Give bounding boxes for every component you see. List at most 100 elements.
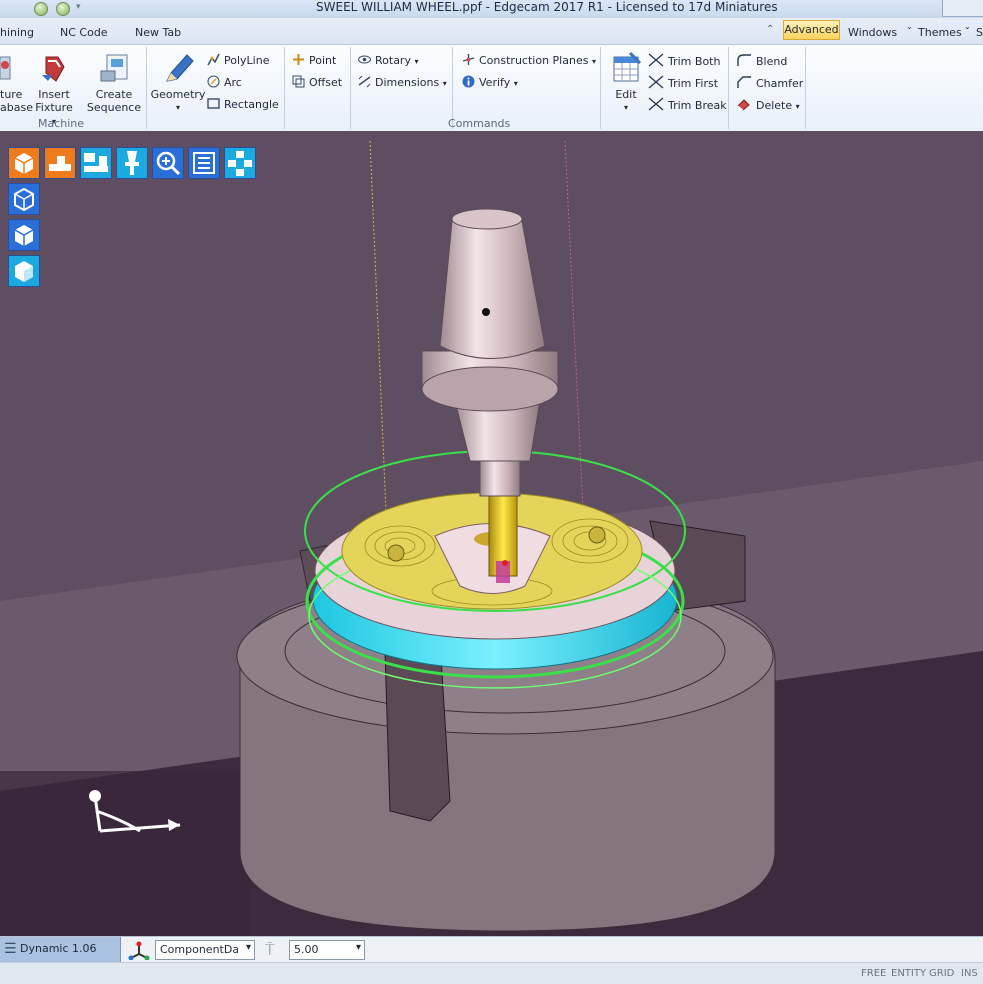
graphics-viewport[interactable]: [0, 131, 983, 936]
insert-fixture-icon: [42, 56, 65, 82]
status-flag-ins[interactable]: INS: [961, 968, 978, 979]
verify-button[interactable]: Verify ▾: [462, 75, 518, 89]
chevron-down-icon: ⌄: [906, 22, 913, 31]
datum-select[interactable]: ComponentDatu ▾: [155, 940, 255, 960]
geometry-label: Geometry: [150, 88, 206, 101]
value-select[interactable]: 5.00 ▾: [289, 940, 365, 960]
chamfer-label: Chamfer: [756, 77, 804, 90]
machine-layout-icon[interactable]: [80, 147, 112, 179]
trim-both-button[interactable]: Trim Both: [648, 53, 720, 68]
trim-first-icon: [648, 75, 664, 89]
edit-button[interactable]: Edit ▾: [606, 51, 646, 114]
status-flags-bar: FREE ENTITY GRID INS: [0, 962, 983, 984]
tab-themes[interactable]: Themes: [918, 26, 962, 39]
arc-button[interactable]: Arc: [207, 75, 242, 89]
ribbon-separator: [350, 47, 351, 129]
zoom-icon[interactable]: [152, 147, 184, 179]
chamfer-button[interactable]: Chamfer: [736, 75, 803, 90]
rotary-icon: [358, 55, 371, 64]
offset-label: Offset: [309, 76, 343, 89]
ribbon-separator: [805, 47, 806, 129]
trim-both-label: Trim Both: [668, 55, 721, 68]
mode-indicator[interactable]: ☰ Dynamic 1.06: [0, 937, 121, 962]
trim-both-icon: [648, 53, 664, 67]
offset-button[interactable]: Offset: [292, 75, 342, 89]
list-icon[interactable]: [188, 147, 220, 179]
view-iso-icon[interactable]: [8, 183, 40, 215]
grid-layout-icon[interactable]: [224, 147, 256, 179]
trim-first-label: Trim First: [668, 77, 719, 90]
rotary-button[interactable]: Rotary ▾: [358, 53, 418, 67]
verify-label: Verify: [479, 76, 511, 89]
ribbon-separator: [146, 47, 147, 129]
chevron-down-icon: ▾: [442, 79, 447, 88]
ribbon-separator: [728, 47, 729, 129]
polyline-button[interactable]: PolyLine: [207, 53, 269, 67]
construction-planes-button[interactable]: Construction Planes ▾: [462, 53, 596, 67]
tab-windows[interactable]: Windows: [848, 26, 897, 39]
status-flag-grid[interactable]: GRID: [929, 968, 954, 979]
ribbon-collapse-icon[interactable]: ⌃: [766, 24, 774, 35]
rotary-label: Rotary: [375, 54, 411, 67]
chevron-down-icon: ▾: [623, 103, 628, 112]
tab-nc-code[interactable]: NC Code: [60, 26, 108, 39]
blend-button[interactable]: Blend: [736, 53, 787, 68]
eraser-icon: [737, 99, 750, 111]
ribbon-separator: [284, 47, 285, 129]
arc-label: Arc: [224, 76, 242, 89]
edit-label: Edit: [615, 88, 637, 101]
dimensions-button[interactable]: Dimensions ▾: [358, 75, 447, 89]
create-sequence-label-line2: Sequence: [86, 101, 142, 114]
window-close-button[interactable]: [942, 0, 983, 17]
create-sequence-button[interactable]: Create Sequence: [86, 53, 142, 114]
construction-planes-icon: [462, 54, 475, 65]
pin-icon[interactable]: ⍑: [265, 940, 275, 960]
datum-axis-icon[interactable]: [128, 940, 150, 960]
chevron-down-icon: ▾: [245, 942, 251, 953]
status-flag-entity[interactable]: ENTITY: [891, 968, 926, 979]
tool-holder-icon[interactable]: [116, 147, 148, 179]
offset-icon: [292, 75, 305, 88]
solid-view-icon[interactable]: [8, 147, 40, 179]
window-control-icon[interactable]: [34, 2, 48, 16]
menu-lines-icon: ☰: [4, 941, 17, 957]
status-flag-free[interactable]: FREE: [861, 968, 886, 979]
trim-break-label: Trim Break: [668, 99, 727, 112]
pencil-icon: [166, 54, 194, 82]
trim-first-button[interactable]: Trim First: [648, 75, 718, 90]
create-sequence-icon: [100, 54, 128, 82]
fixture-database-label-line2: abase: [0, 101, 33, 114]
delete-label: Delete: [756, 99, 793, 112]
point-button[interactable]: Point: [292, 53, 336, 67]
ribbon-separator: [600, 47, 601, 129]
datum-value: ComponentDatu: [160, 943, 238, 956]
chevron-down-icon: ▾: [795, 102, 800, 111]
machine-bed-icon[interactable]: [44, 147, 76, 179]
edit-table-icon: [613, 51, 642, 82]
tab-advanced[interactable]: Advanced: [783, 20, 840, 40]
fixture-database-button[interactable]: ture abase: [0, 53, 33, 114]
rectangle-label: Rectangle: [224, 98, 279, 111]
value-field: 5.00: [294, 943, 319, 956]
tab-s[interactable]: S: [976, 26, 983, 39]
chevron-down-icon: ⌄: [964, 22, 971, 31]
polyline-icon: [207, 53, 220, 66]
construction-planes-label: Construction Planes: [479, 54, 589, 67]
geometry-button[interactable]: Geometry ▾: [150, 51, 206, 114]
window-control-icon[interactable]: [56, 2, 70, 16]
info-icon: [462, 75, 475, 88]
rectangle-button[interactable]: Rectangle: [207, 97, 279, 111]
chevron-down-icon: ▾: [591, 57, 596, 66]
view-shaded-icon[interactable]: [8, 255, 40, 287]
commands-group-label: Commands: [448, 117, 511, 130]
tab-new-tab[interactable]: New Tab: [135, 26, 181, 39]
delete-button[interactable]: Delete ▾: [736, 97, 800, 112]
ribbon-panel: ture abase Insert Fixture ▾ Create Sequence…: [0, 44, 983, 133]
quick-access-dropdown-icon[interactable]: ▾: [76, 2, 81, 12]
blend-icon: [737, 54, 751, 66]
trim-break-button[interactable]: Trim Break: [648, 97, 727, 112]
fixture-database-label-line1: ture: [0, 88, 23, 101]
polyline-label: PolyLine: [224, 54, 270, 67]
tab-machining[interactable]: hining: [0, 26, 34, 39]
view-wire-icon[interactable]: [8, 219, 40, 251]
